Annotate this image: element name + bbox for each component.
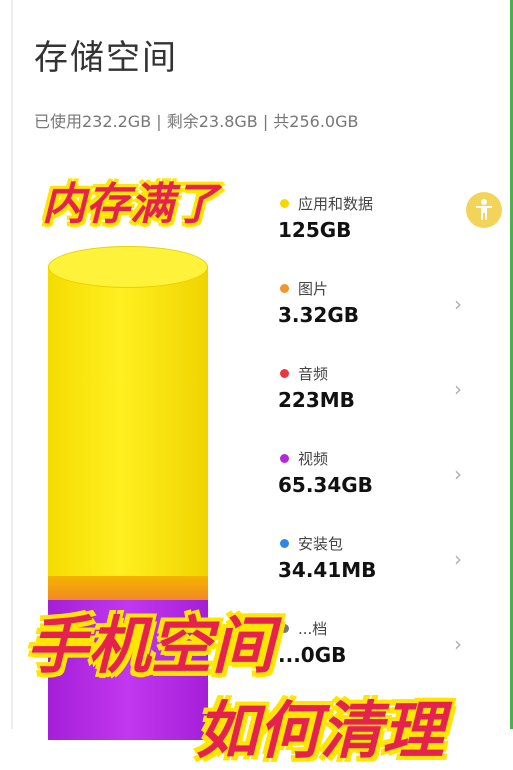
category-label: 应用和数据	[298, 195, 374, 213]
category-size: 125GB	[278, 218, 352, 242]
overlay-title-phone-space: 手机空间	[26, 609, 275, 682]
category-label: 图片	[298, 280, 329, 298]
list-item-audio[interactable]: 音频 223MB ›	[278, 360, 478, 430]
category-size: ...0GB	[278, 643, 347, 667]
chevron-right-icon: ›	[454, 632, 462, 656]
category-label: 音频	[298, 365, 329, 383]
list-item-packages[interactable]: 安装包 34.41MB ›	[278, 530, 478, 600]
page-title: 存储空间	[34, 38, 178, 78]
list-item-video[interactable]: 视频 65.34GB ›	[278, 445, 478, 515]
list-item-apps[interactable]: 应用和数据 125GB	[278, 190, 478, 260]
category-size: 65.34GB	[278, 473, 373, 497]
category-size: 223MB	[278, 388, 355, 412]
storage-summary: 已使用232.2GB | 剩余23.8GB | 共256.0GB	[34, 112, 359, 131]
category-size: 3.32GB	[278, 303, 360, 327]
audio-dot-icon	[280, 369, 289, 378]
category-label: 安装包	[298, 535, 344, 553]
floating-accessibility-button[interactable]	[466, 192, 502, 228]
images-dot-icon	[280, 284, 289, 293]
chevron-right-icon: ›	[454, 462, 462, 486]
overlay-title-memory-full: 内存满了	[42, 179, 218, 230]
category-size: 34.41MB	[278, 558, 377, 582]
left-edge-strip	[0, 0, 13, 729]
apps-dot-icon	[280, 199, 289, 208]
documents-dot-icon	[280, 624, 289, 633]
packages-dot-icon	[280, 539, 289, 548]
category-label: ...档	[298, 620, 328, 638]
category-label: 视频	[298, 450, 329, 468]
cylinder-top	[48, 246, 208, 288]
chevron-right-icon: ›	[454, 377, 462, 401]
list-item-documents[interactable]: ...档 ...0GB ›	[278, 615, 478, 685]
video-dot-icon	[280, 454, 289, 463]
list-item-images[interactable]: 图片 3.32GB ›	[278, 275, 478, 345]
overlay-title-how-to-clean: 如何清理	[196, 694, 445, 767]
chevron-right-icon: ›	[454, 547, 462, 571]
accessibility-person-icon	[476, 199, 492, 220]
chevron-right-icon: ›	[454, 292, 462, 316]
